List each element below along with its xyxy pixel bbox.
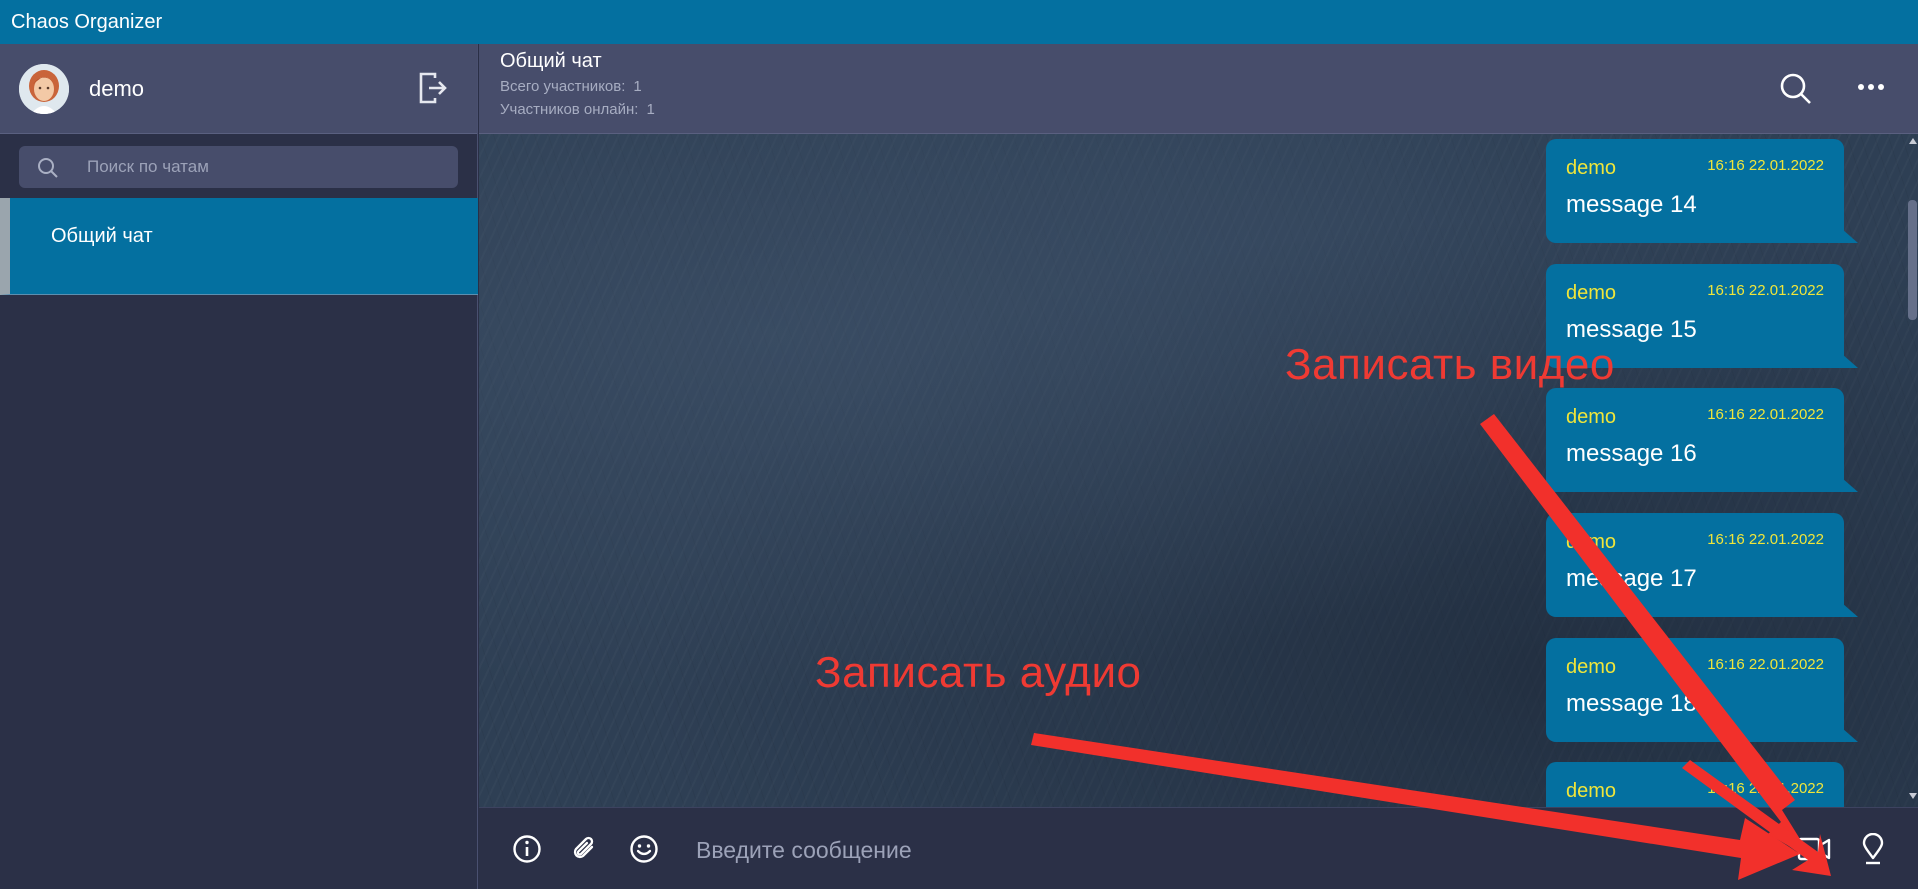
message-author: demo — [1566, 780, 1617, 802]
message-time: 16:16 22.01.2022 — [1707, 656, 1824, 673]
scroll-down-arrow-icon[interactable] — [1909, 793, 1917, 799]
message-time: 16:16 22.01.2022 — [1707, 282, 1824, 299]
composer — [479, 807, 1918, 889]
total-members-label: Всего участников: — [500, 78, 626, 95]
more-button[interactable] — [1857, 79, 1885, 97]
message-bubble[interactable]: demo 16:16 22.01.2022 message 14 — [1546, 139, 1858, 243]
more-icon — [1858, 84, 1884, 90]
message-bubble[interactable]: demo 16:16 22.01.2022 message 16 — [1546, 388, 1858, 492]
message-input[interactable] — [694, 830, 1318, 870]
message-list[interactable]: demo 16:16 22.01.2022 message 14 demo 16… — [479, 134, 1918, 807]
username: demo — [89, 75, 145, 101]
info-icon — [513, 835, 541, 863]
search-icon — [1780, 73, 1811, 104]
emoji-button[interactable] — [629, 834, 659, 864]
message-text: message 17 — [1566, 565, 1697, 592]
search-icon — [37, 157, 59, 184]
chat-panel: Общий чат Всего участников: 1 Участников … — [479, 44, 1918, 889]
logout-icon — [419, 72, 447, 104]
total-members-value: 1 — [633, 78, 642, 95]
app-title: Chaos Organizer — [11, 10, 163, 33]
scroll-up-arrow-icon[interactable] — [1909, 138, 1917, 144]
sidebar: demo Общий чат — [0, 44, 478, 889]
total-members: Всего участников: 1 — [500, 78, 642, 95]
paperclip-icon — [573, 836, 594, 859]
title-bar: Chaos Organizer — [0, 0, 1918, 44]
annotation-record-audio: Записать аудио — [815, 648, 1142, 697]
message-bubble[interactable]: demo 16:16 22.01.2022 message 18 — [1546, 638, 1858, 742]
user-bar: demo — [0, 44, 477, 134]
online-members-label: Участников онлайн: — [500, 101, 639, 118]
message-author: demo — [1566, 656, 1617, 678]
message-time: 16:16 22.01.2022 — [1707, 531, 1824, 548]
emoji-icon — [630, 835, 658, 863]
record-audio-button[interactable] — [1741, 833, 1771, 864]
chat-search-box[interactable] — [19, 146, 458, 188]
info-button[interactable] — [512, 834, 542, 864]
record-video-button[interactable] — [1797, 834, 1831, 864]
chat-search — [0, 134, 477, 198]
chat-header: Общий чат Всего участников: 1 Участников … — [479, 44, 1918, 134]
online-members-value: 1 — [646, 101, 655, 118]
message-text: message 16 — [1566, 440, 1697, 467]
message-bubble[interactable]: demo 16:16 22.01.2022 message 17 — [1546, 513, 1858, 617]
message-author: demo — [1566, 157, 1617, 179]
avatar[interactable] — [19, 63, 69, 114]
annotation-record-video: Записать видео — [1285, 340, 1615, 389]
scroll-thumb[interactable] — [1908, 200, 1917, 320]
message-text: message 18 — [1566, 690, 1697, 717]
message-author: demo — [1566, 282, 1617, 304]
chat-list-item-name: Общий чат — [51, 225, 153, 247]
video-camera-icon — [1797, 837, 1831, 861]
message-time: 16:16 22.01.2022 — [1707, 780, 1824, 797]
location-icon — [1862, 833, 1884, 865]
message-time: 16:16 22.01.2022 — [1707, 157, 1824, 174]
logout-button[interactable] — [417, 71, 449, 105]
message-author: demo — [1566, 531, 1617, 553]
message-text: message 14 — [1566, 191, 1697, 218]
message-author: demo — [1566, 406, 1617, 428]
chat-list-item[interactable]: Общий чат — [0, 198, 478, 295]
chat-title: Общий чат — [500, 50, 602, 72]
message-search-button[interactable] — [1779, 72, 1813, 111]
attach-button[interactable] — [570, 834, 600, 864]
message-bubble[interactable]: demo 16:16 22.01.2022 — [1546, 762, 1844, 807]
avatar-image — [19, 63, 69, 114]
location-button[interactable] — [1858, 833, 1888, 865]
online-members: Участников онлайн: 1 — [500, 101, 655, 118]
message-scrollbar[interactable] — [1907, 134, 1918, 807]
chat-search-input[interactable] — [85, 156, 429, 178]
microphone-icon — [1744, 833, 1768, 864]
message-time: 16:16 22.01.2022 — [1707, 406, 1824, 423]
